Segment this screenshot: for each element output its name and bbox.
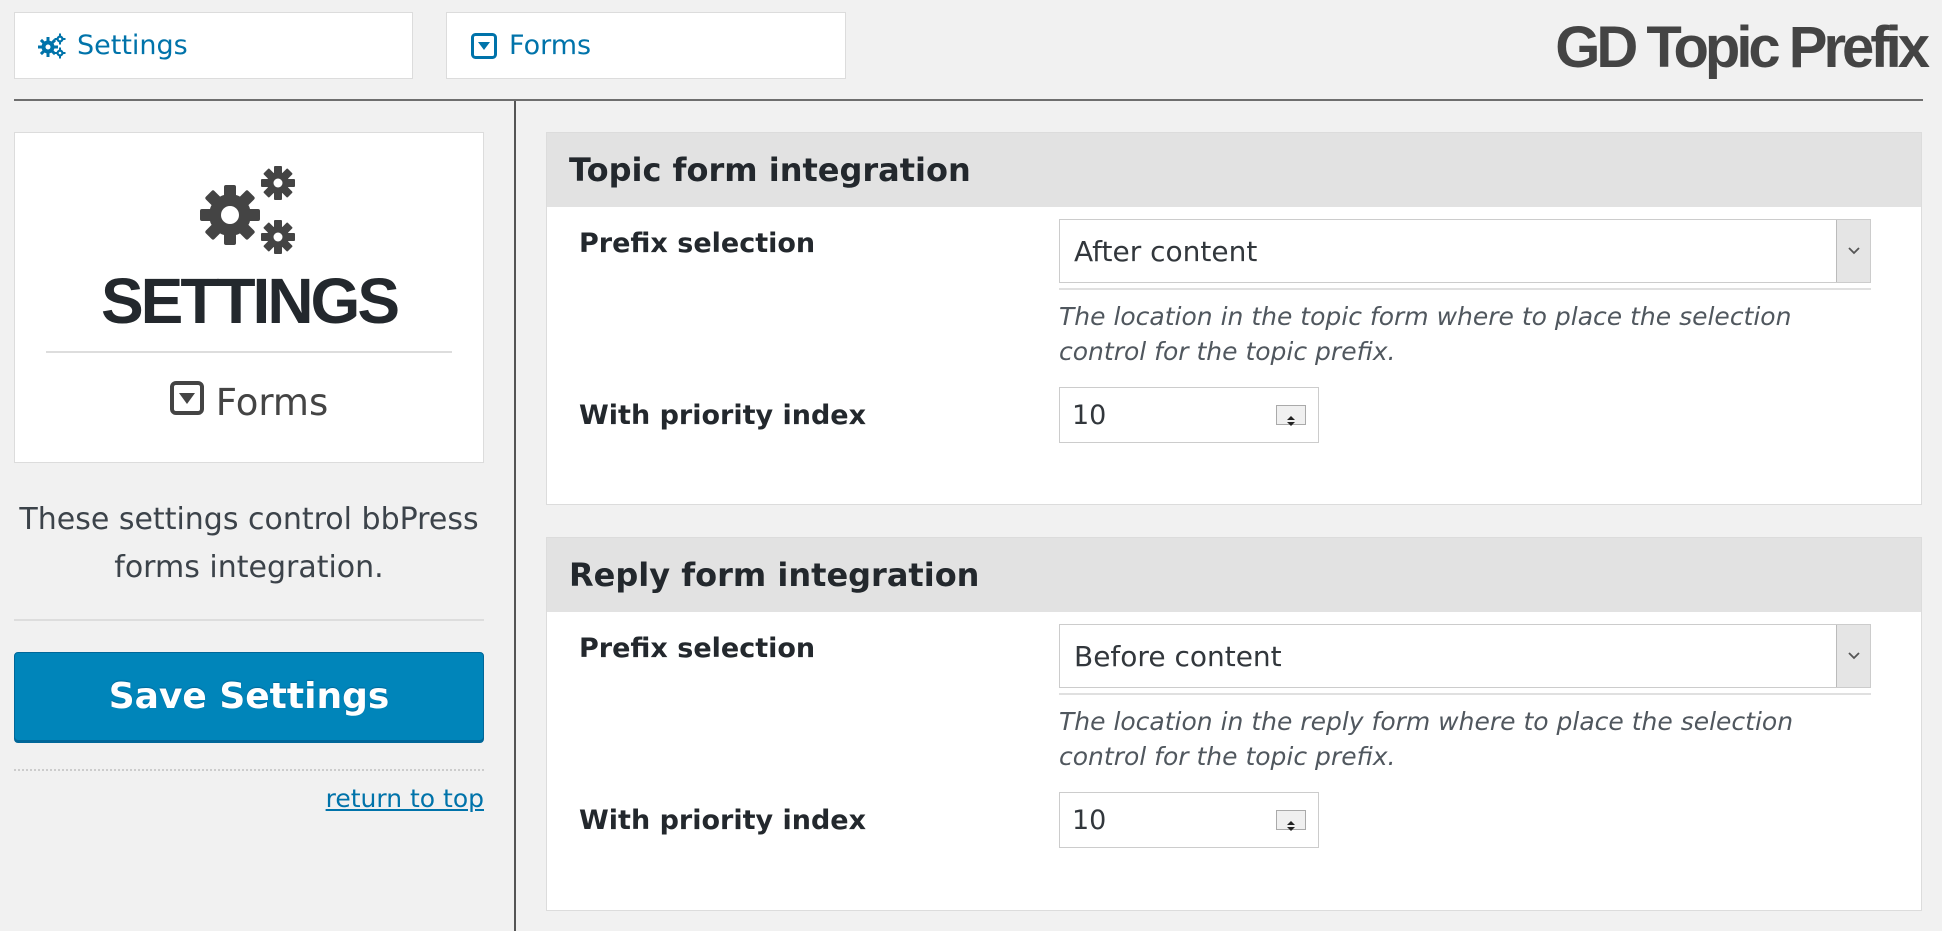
caret-square-down-icon bbox=[169, 381, 204, 424]
return-to-top-link[interactable]: return to top bbox=[326, 784, 484, 813]
prefix-selection-label: Prefix selection bbox=[579, 633, 816, 664]
field-divider bbox=[1059, 288, 1871, 290]
panel-section-label: Forms bbox=[215, 381, 329, 424]
reply-priority-input[interactable]: 10 bbox=[1059, 792, 1319, 848]
dotted-divider bbox=[14, 769, 484, 771]
gears-icon bbox=[37, 31, 67, 61]
chevron-down-icon bbox=[1836, 625, 1870, 687]
panel-description: These settings control bbPress forms int… bbox=[19, 502, 479, 585]
priority-index-label: With priority index bbox=[579, 805, 867, 836]
priority-index-label: With priority index bbox=[579, 400, 867, 431]
topic-form-group: Topic form integration Prefix selection … bbox=[546, 132, 1922, 505]
chevron-down-icon bbox=[1836, 220, 1870, 282]
panel-divider bbox=[46, 351, 452, 353]
select-value: After content bbox=[1074, 234, 1258, 268]
column-divider bbox=[514, 101, 516, 931]
brand-title: GD Topic Prefix bbox=[1555, 15, 1930, 80]
number-spinner[interactable] bbox=[1276, 405, 1306, 426]
panel-section: Forms bbox=[169, 381, 329, 424]
divider bbox=[14, 619, 484, 621]
number-spinner[interactable] bbox=[1276, 810, 1306, 831]
input-value: 10 bbox=[1072, 399, 1107, 431]
group-title: Topic form integration bbox=[547, 133, 1921, 207]
header-divider bbox=[14, 99, 1923, 101]
input-value: 10 bbox=[1072, 804, 1107, 836]
panel-title: SETTINGS bbox=[100, 265, 400, 337]
tab-forms[interactable]: Forms bbox=[446, 12, 846, 79]
prefix-selection-label: Prefix selection bbox=[579, 228, 816, 259]
tab-settings-label: Settings bbox=[77, 30, 188, 61]
group-title: Reply form integration bbox=[547, 538, 1921, 612]
field-description: The location in the topic form where to … bbox=[1059, 302, 1792, 366]
reply-form-group: Reply form integration Prefix selection … bbox=[546, 537, 1922, 911]
field-divider bbox=[1059, 693, 1871, 695]
tab-settings[interactable]: Settings bbox=[14, 12, 413, 79]
field-description: The location in the reply form where to … bbox=[1059, 707, 1794, 771]
reply-prefix-select[interactable]: Before content bbox=[1059, 624, 1871, 688]
tab-forms-label: Forms bbox=[509, 30, 592, 61]
topic-prefix-select[interactable]: After content bbox=[1059, 219, 1871, 283]
select-value: Before content bbox=[1074, 639, 1282, 673]
save-settings-button[interactable]: Save Settings bbox=[14, 652, 484, 741]
settings-panel-card: SETTINGS Forms bbox=[14, 132, 484, 463]
gears-icon bbox=[194, 163, 304, 263]
caret-square-down-icon bbox=[469, 31, 499, 61]
topic-priority-input[interactable]: 10 bbox=[1059, 387, 1319, 443]
